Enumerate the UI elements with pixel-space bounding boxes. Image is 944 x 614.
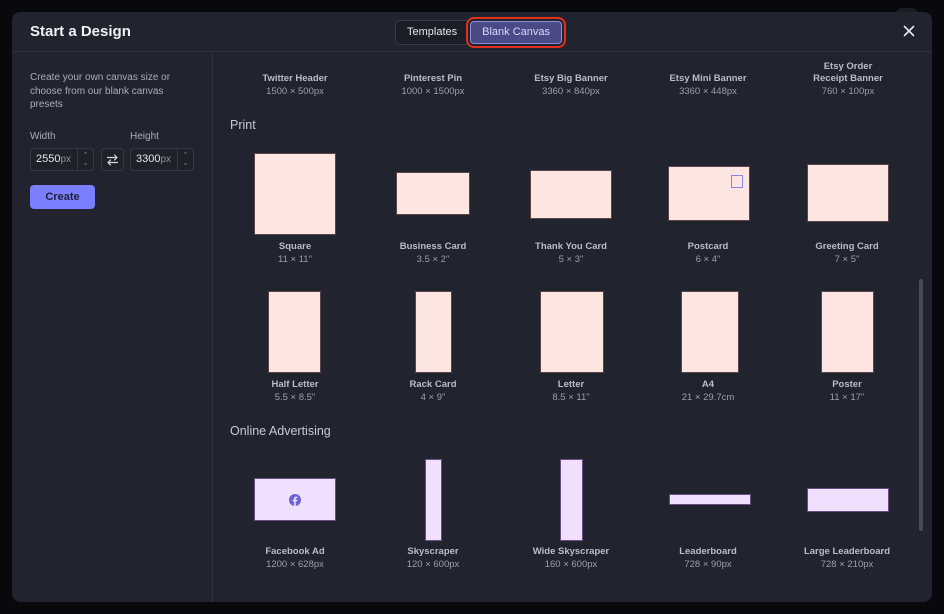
preset-leaderboard[interactable]: Leaderboard 728 × 90px (639, 546, 777, 571)
preset-poster[interactable]: Poster 11 × 17" (778, 379, 916, 404)
close-button[interactable] (900, 22, 918, 40)
chevron-up-icon[interactable]: ⌃ (83, 152, 89, 160)
thumb-letter[interactable] (540, 291, 604, 373)
thumb-wide-skyscraper[interactable] (560, 459, 583, 541)
width-label: Width (30, 131, 56, 142)
preset-square[interactable]: Square 11 × 11" (226, 241, 364, 266)
sidebar-description: Create your own canvas size or choose fr… (30, 72, 171, 110)
preset-etsy-order-receipt-banner[interactable]: Etsy Order Receipt Banner 760 × 100px (778, 61, 918, 98)
chevron-up-icon[interactable]: ⌃ (183, 152, 189, 160)
tab-group: Templates Blank Canvas (395, 20, 564, 45)
thumb-half-letter[interactable] (268, 291, 321, 373)
preset-large-leaderboard[interactable]: Large Leaderboard 728 × 210px (778, 546, 916, 571)
preset-letter[interactable]: Letter 8.5 × 11" (502, 379, 640, 404)
preset-rack-card[interactable]: Rack Card 4 × 9" (364, 379, 502, 404)
preset-thank-you-card[interactable]: Thank You Card 5 × 3" (502, 241, 640, 266)
height-value[interactable]: 3300 (136, 153, 160, 165)
width-unit: px (60, 154, 72, 165)
modal-header: Start a Design Templates Blank Canvas (12, 12, 932, 52)
height-label: Height (130, 131, 159, 142)
preset-business-card[interactable]: Business Card 3.5 × 2" (364, 241, 502, 266)
chevron-down-icon[interactable]: ⌄ (83, 160, 89, 168)
width-value[interactable]: 2550 (36, 153, 60, 165)
thumb-leaderboard[interactable] (669, 494, 751, 505)
swap-arrows-icon (106, 153, 119, 166)
thumb-a4[interactable] (681, 291, 739, 373)
preset-wide-skyscraper[interactable]: Wide Skyscraper 160 × 600px (502, 546, 640, 571)
facebook-icon (289, 494, 301, 506)
thumb-thank-you-card[interactable] (530, 170, 612, 219)
preset-greeting-card[interactable]: Greeting Card 7 × 5" (778, 241, 916, 266)
preset-pinterest-pin[interactable]: Pinterest Pin 1000 × 1500px (364, 73, 502, 98)
thumb-poster[interactable] (821, 291, 874, 373)
section-title-print: Print (230, 118, 256, 132)
height-field[interactable]: 3300px ⌃ ⌄ (130, 148, 194, 171)
create-button[interactable]: Create (30, 185, 95, 209)
presets-scroll-area[interactable]: Twitter Header 1500 × 500px Pinterest Pi… (214, 53, 932, 602)
swap-dimensions-button[interactable] (101, 148, 124, 171)
modal-title: Start a Design (30, 23, 131, 40)
thumb-business-card[interactable] (396, 172, 470, 215)
chevron-down-icon[interactable]: ⌄ (183, 160, 189, 168)
stamp-icon (731, 175, 743, 188)
preset-skyscraper[interactable]: Skyscraper 120 × 600px (364, 546, 502, 571)
section-title-online-advertising: Online Advertising (230, 424, 331, 438)
height-unit: px (160, 154, 172, 165)
thumb-square[interactable] (254, 153, 336, 235)
preset-postcard[interactable]: Postcard 6 × 4" (639, 241, 777, 266)
width-field[interactable]: 2550px ⌃ ⌄ (30, 148, 94, 171)
preset-etsy-mini-banner[interactable]: Etsy Mini Banner 3360 × 448px (639, 73, 777, 98)
preset-twitter-header[interactable]: Twitter Header 1500 × 500px (226, 73, 364, 98)
start-design-modal: Start a Design Templates Blank Canvas Cr… (12, 12, 932, 602)
thumb-facebook-ad[interactable] (254, 478, 336, 521)
tab-blank-canvas[interactable]: Blank Canvas (470, 21, 563, 44)
preset-etsy-big-banner[interactable]: Etsy Big Banner 3360 × 840px (502, 73, 640, 98)
height-stepper[interactable]: ⌃ ⌄ (177, 149, 193, 170)
preset-a4[interactable]: A4 21 × 29.7cm (639, 379, 777, 404)
thumb-greeting-card[interactable] (807, 164, 889, 222)
thumb-large-leaderboard[interactable] (807, 488, 889, 512)
preset-half-letter[interactable]: Half Letter 5.5 × 8.5" (226, 379, 364, 404)
thumb-skyscraper[interactable] (425, 459, 442, 541)
preset-facebook-ad[interactable]: Facebook Ad 1200 × 628px (226, 546, 364, 571)
vertical-scrollbar[interactable] (919, 279, 923, 531)
sidebar: Create your own canvas size or choose fr… (12, 53, 213, 602)
thumb-rack-card[interactable] (415, 291, 452, 373)
width-stepper[interactable]: ⌃ ⌄ (77, 149, 93, 170)
tab-templates[interactable]: Templates (396, 21, 468, 44)
close-icon (903, 25, 915, 37)
thumb-postcard[interactable] (668, 166, 750, 221)
